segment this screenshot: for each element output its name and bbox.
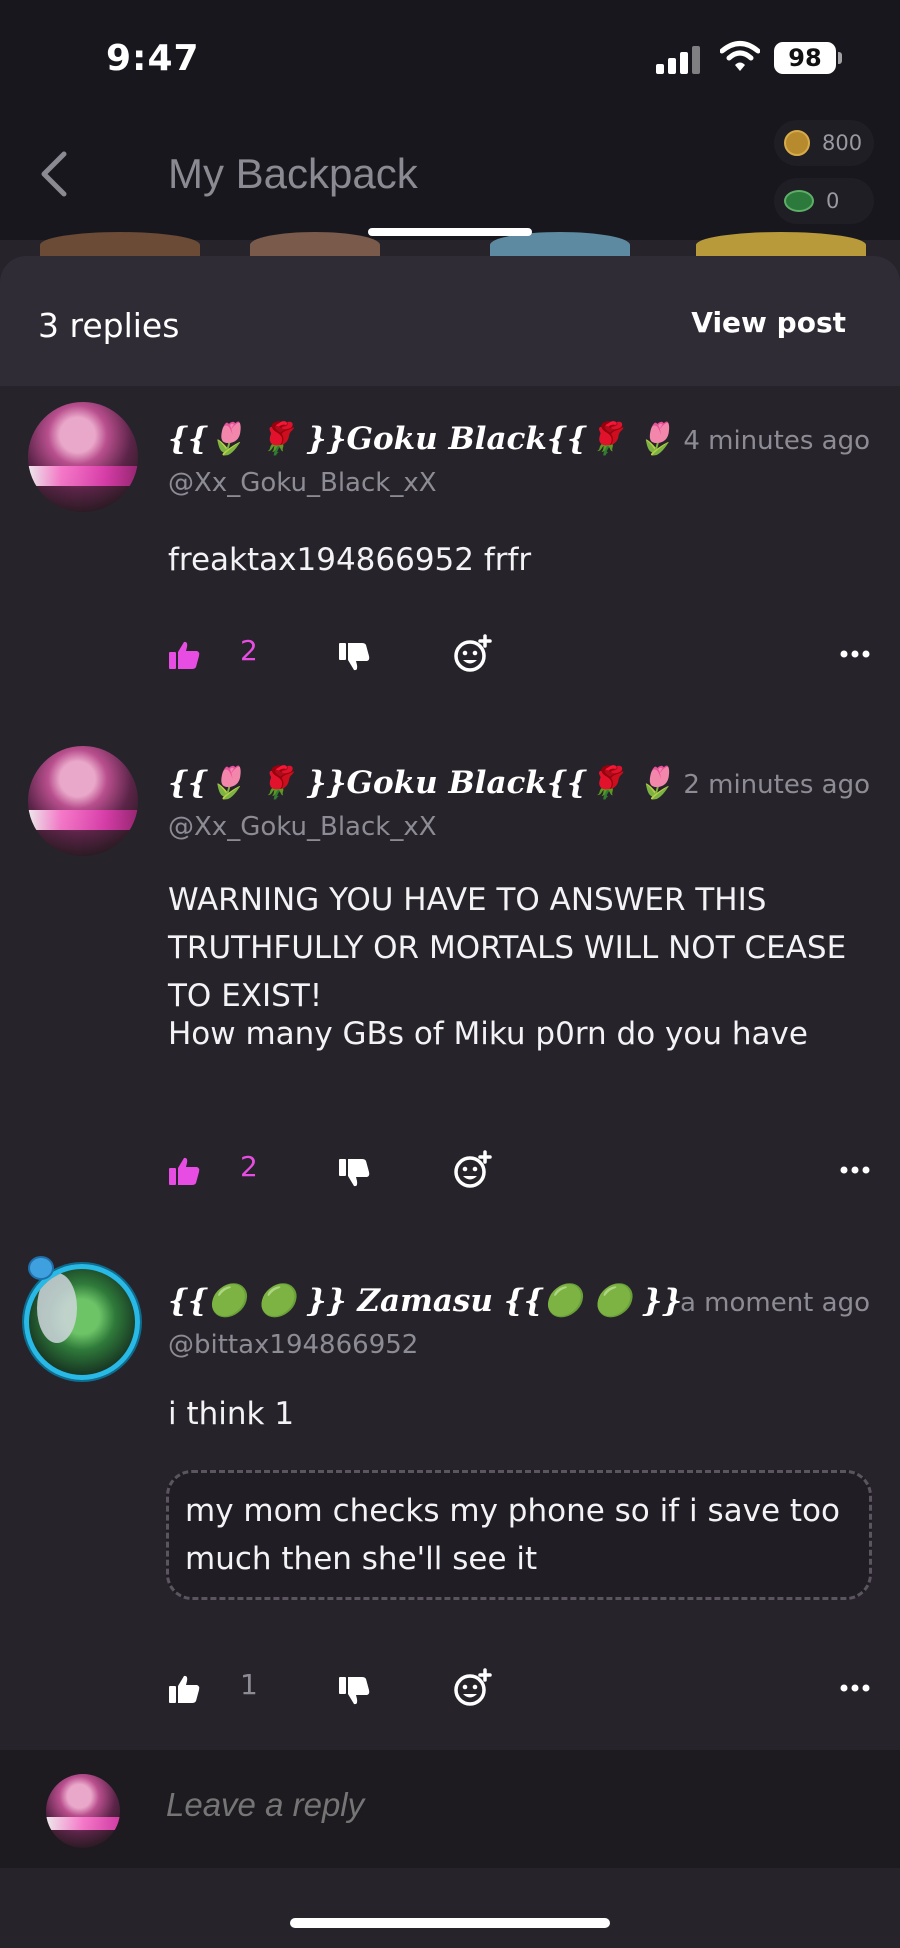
- thumbs-up-icon[interactable]: [168, 640, 200, 670]
- like-count: 1: [240, 1668, 258, 1701]
- comment-handle[interactable]: @bittax194866952: [168, 1330, 418, 1360]
- reply-bar: [0, 1750, 900, 1868]
- top-bar: 9:47 98 My Backpack 800 0: [0, 0, 900, 258]
- comment-actions: 2: [0, 634, 900, 678]
- thumbs-down-icon[interactable]: [338, 1676, 370, 1706]
- comment-text: WARNING YOU HAVE TO ANSWER THIS TRUTHFUL…: [168, 882, 847, 1014]
- battery-indicator: 98: [774, 42, 836, 74]
- comment-handle[interactable]: @Xx_Goku_Black_xX: [168, 468, 437, 498]
- cash-icon: [784, 190, 814, 212]
- comment-text: freaktax194866952 frfr: [168, 542, 532, 578]
- more-options-icon[interactable]: [840, 1166, 870, 1174]
- backpack-item-peek: [250, 232, 380, 258]
- coin-amount: 800: [822, 131, 863, 155]
- comment-actions: 2: [0, 1150, 900, 1194]
- home-indicator: [290, 1918, 610, 1928]
- avatar-decoration-icon: [28, 1256, 54, 1280]
- comment-text-continued: How many GBs of Miku p0rn do you have: [168, 1016, 808, 1052]
- comment-time: a moment ago: [679, 1288, 870, 1318]
- replies-count: 3 replies: [38, 306, 180, 345]
- battery-nub: [838, 52, 842, 64]
- more-options-icon[interactable]: [840, 650, 870, 658]
- backpack-item-peek: [696, 232, 866, 258]
- back-chevron-icon[interactable]: [34, 146, 74, 202]
- coin-icon: [784, 130, 810, 156]
- add-reaction-icon[interactable]: [452, 634, 492, 674]
- comment-time: 4 minutes ago: [683, 426, 870, 456]
- avatar[interactable]: [24, 1264, 140, 1380]
- comment-actions: 1: [0, 1668, 900, 1712]
- add-reaction-icon[interactable]: [452, 1150, 492, 1190]
- reply-input[interactable]: [166, 1786, 846, 1824]
- like-count: 2: [240, 1150, 258, 1183]
- sheet-grabber[interactable]: [368, 228, 532, 236]
- like-count: 2: [240, 634, 258, 667]
- wifi-icon: [720, 41, 760, 71]
- avatar[interactable]: [28, 402, 138, 512]
- thumbs-up-icon[interactable]: [168, 1156, 200, 1186]
- comment-handle[interactable]: @Xx_Goku_Black_xX: [168, 812, 437, 842]
- sheet-header: 3 replies View post: [0, 256, 900, 386]
- quoted-text-block: my mom checks my phone so if i save too …: [166, 1470, 872, 1600]
- thumbs-up-icon[interactable]: [168, 1674, 200, 1704]
- thumbs-down-icon[interactable]: [338, 1158, 370, 1188]
- comment-text: i think 1: [168, 1396, 295, 1432]
- status-time: 9:47: [106, 38, 200, 79]
- comment-username[interactable]: {{🟢 🟢 }} 𝒁𝒂𝒎𝒂𝒔𝒖 {{🟢 🟢 }}: [168, 1282, 682, 1319]
- cash-balance[interactable]: 0: [774, 178, 874, 224]
- cash-amount: 0: [826, 189, 840, 213]
- coin-balance[interactable]: 800: [774, 120, 874, 166]
- comment-username[interactable]: {{🌷 🌹 }}𝑮𝒐𝒌𝒖 𝑩𝒍𝒂𝒄𝒌{{🌹 🌷: [168, 764, 675, 801]
- comment-time: 2 minutes ago: [683, 770, 870, 800]
- comment-username[interactable]: {{🌷 🌹 }}𝑮𝒐𝒌𝒖 𝑩𝒍𝒂𝒄𝒌{{🌹 🌷: [168, 420, 675, 457]
- current-user-avatar: [46, 1774, 120, 1848]
- thumbs-down-icon[interactable]: [338, 642, 370, 672]
- cellular-signal-icon: [656, 44, 704, 74]
- page-title: My Backpack: [168, 150, 418, 197]
- more-options-icon[interactable]: [840, 1684, 870, 1692]
- view-post-button[interactable]: View post: [691, 306, 846, 339]
- backpack-item-peek: [40, 232, 200, 258]
- add-reaction-icon[interactable]: [452, 1668, 492, 1708]
- avatar[interactable]: [28, 746, 138, 856]
- replies-sheet: 3 replies View post {{🌷 🌹 }}𝑮𝒐𝒌𝒖 𝑩𝒍𝒂𝒄𝒌{{…: [0, 256, 900, 1948]
